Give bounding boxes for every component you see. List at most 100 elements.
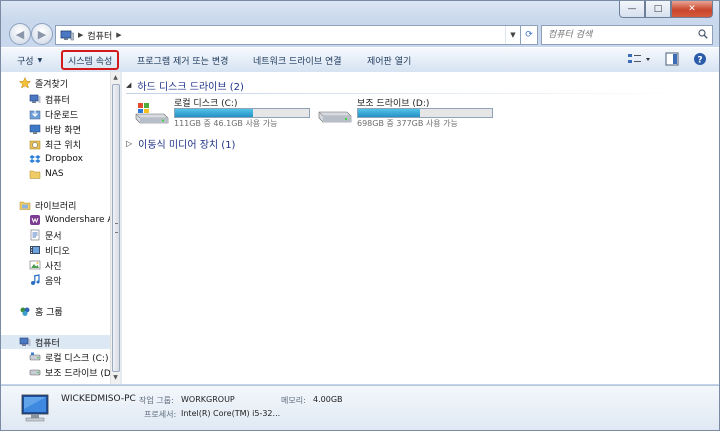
nav-library-videos[interactable]: 비디오	[29, 243, 70, 257]
pc-name: WICKEDMISO-PC	[61, 394, 136, 404]
nav-favorites[interactable]: 즐겨찾기	[19, 76, 68, 90]
command-bar: 구성 ▼ 시스템 속성 프로그램 제거 또는 변경 네트워크 드라이브 연결 제…	[1, 47, 719, 73]
pictures-icon	[29, 260, 41, 270]
navigation-bar: ◀ ▶ ▶ 컴퓨터 ▶ ▼ ⟳	[1, 21, 719, 47]
processor-value: Intel(R) Core(TM) i5-32...	[181, 409, 281, 418]
nav-computer[interactable]: 컴퓨터	[1, 335, 110, 349]
computer-icon	[21, 394, 49, 422]
map-network-drive-button[interactable]: 네트워크 드라이브 연결	[253, 52, 342, 68]
drive-size: 698GB 중 377GB 사용 가능	[357, 119, 458, 128]
nav-favorite-downloads[interactable]: 다운로드	[29, 107, 78, 121]
preview-pane-icon[interactable]	[665, 52, 679, 66]
scroll-down-icon[interactable]: ▼	[112, 374, 119, 382]
back-arrow-icon: ◀	[15, 27, 25, 41]
library-icon	[19, 201, 31, 210]
drive-usage-fill	[175, 109, 253, 117]
close-button[interactable]: ✕	[671, 1, 713, 18]
music-icon	[31, 274, 40, 285]
videos-icon	[30, 246, 40, 254]
drive-c-tile[interactable]: 로컬 디스크 (C:) 111GB 중 46.1GB 사용 가능	[134, 96, 314, 136]
nav-library-music[interactable]: 음악	[29, 273, 62, 287]
view-options-icon[interactable]	[627, 52, 653, 66]
search-icon[interactable]	[698, 29, 708, 39]
downloads-folder-icon	[29, 110, 41, 120]
nav-library-wondershare[interactable]: Wondershare All	[29, 213, 110, 227]
dropbox-icon	[29, 155, 41, 163]
nav-item-label: 비디오	[45, 246, 70, 257]
hard-drive-icon	[318, 111, 352, 123]
nav-favorites-label: 즐겨찾기	[35, 79, 69, 90]
system-properties-button[interactable]: 시스템 속성	[61, 50, 120, 70]
nav-drive-d[interactable]: 보조 드라이브 (D	[29, 365, 110, 379]
scroll-thumb[interactable]	[112, 84, 120, 372]
forward-button[interactable]: ▶	[31, 23, 53, 45]
breadcrumb-arrow-icon[interactable]: ▶	[116, 31, 121, 39]
nav-library-documents[interactable]: 문서	[29, 228, 62, 242]
nav-favorite-nas[interactable]: NAS	[29, 167, 64, 181]
wondershare-icon	[30, 215, 40, 225]
processor-label: 프로세서:	[144, 410, 177, 419]
workgroup-value: WORKGROUP	[181, 395, 235, 404]
recent-places-icon	[29, 140, 41, 150]
computer-icon	[19, 337, 31, 346]
scroll-up-icon[interactable]: ▲	[112, 74, 119, 82]
content-pane: ◢ 하드 디스크 드라이브 (2) 로컬 디스크 (C:) 111GB 중 46…	[122, 72, 719, 384]
hard-drive-icon	[29, 352, 41, 361]
details-pane: WICKEDMISO-PC 작업 그룹: WORKGROUP 메모리: 4.00…	[1, 385, 719, 430]
nav-item-label: 보조 드라이브 (D	[45, 368, 110, 379]
address-dropdown-icon[interactable]: ▼	[505, 26, 520, 44]
memory-label: 메모리:	[281, 396, 306, 405]
explorer-window: — □ ✕ ◀ ▶ ▶ 컴퓨터 ▶ ▼ ⟳ 구성	[0, 0, 720, 431]
nav-homegroup[interactable]: 홈 그룹	[19, 304, 63, 318]
minimize-button[interactable]: —	[619, 1, 645, 18]
nav-item-label: 사진	[45, 261, 62, 272]
nav-item-label: 로컬 디스크 (C:)	[45, 353, 109, 364]
homegroup-icon	[20, 307, 30, 316]
nav-item-label: 다운로드	[45, 110, 79, 121]
nav-favorite-recent-places[interactable]: 최근 위치	[29, 137, 81, 151]
back-button[interactable]: ◀	[9, 23, 31, 45]
group-title: 이동식 미디어 장치 (1)	[138, 139, 236, 151]
group-removable-media[interactable]: ▷ 이동식 미디어 장치 (1)	[126, 136, 236, 151]
memory-value: 4.00GB	[313, 395, 343, 404]
nav-favorite-computer[interactable]: 컴퓨터	[29, 92, 70, 106]
maximize-button[interactable]: □	[645, 1, 671, 18]
drive-usage-fill	[358, 109, 420, 117]
refresh-icon: ⟳	[525, 30, 533, 40]
open-control-panel-button[interactable]: 제어판 열기	[367, 52, 411, 68]
collapse-icon[interactable]: ◢	[126, 81, 131, 89]
nav-item-label: 바탕 화면	[45, 125, 81, 136]
search-box[interactable]	[541, 25, 713, 45]
nav-item-label: 최근 위치	[45, 140, 81, 151]
folder-icon	[29, 170, 41, 179]
breadcrumb-arrow-icon[interactable]: ▶	[78, 31, 83, 39]
expand-icon[interactable]: ▷	[126, 139, 132, 148]
nav-scrollbar[interactable]: ▲ ▼	[110, 72, 120, 384]
svg-text:?: ?	[697, 56, 702, 66]
nav-homegroup-label: 홈 그룹	[35, 307, 63, 318]
system-properties-label: 시스템 속성	[68, 56, 113, 67]
help-icon[interactable]: ?	[693, 52, 707, 66]
map-network-drive-label: 네트워크 드라이브 연결	[253, 56, 342, 67]
nav-item-label: 문서	[45, 231, 62, 242]
scroll-grip-icon	[115, 223, 118, 233]
uninstall-program-button[interactable]: 프로그램 제거 또는 변경	[137, 52, 228, 68]
drive-d-tile[interactable]: 보조 드라이브 (D:) 698GB 중 377GB 사용 가능	[317, 96, 497, 136]
computer-icon	[60, 30, 74, 40]
refresh-button[interactable]: ⟳	[521, 25, 538, 45]
search-input[interactable]	[546, 29, 698, 41]
breadcrumb-computer[interactable]: 컴퓨터	[87, 29, 112, 42]
caption-buttons: — □ ✕	[619, 1, 713, 19]
group-hard-disk-drives[interactable]: ◢ 하드 디스크 드라이브 (2)	[126, 78, 686, 94]
nav-drive-c[interactable]: 로컬 디스크 (C:)	[29, 350, 108, 364]
address-bar[interactable]: ▶ 컴퓨터 ▶ ▼	[55, 25, 521, 45]
nav-favorite-desktop[interactable]: 바탕 화면	[29, 122, 81, 136]
nav-item-label: NAS	[45, 169, 64, 179]
nav-computer-label: 컴퓨터	[35, 338, 60, 349]
group-title: 하드 디스크 드라이브 (2)	[137, 81, 244, 93]
organize-button[interactable]: 구성 ▼	[17, 52, 42, 68]
nav-libraries[interactable]: 라이브러리	[19, 198, 76, 212]
nav-library-pictures[interactable]: 사진	[29, 258, 62, 272]
star-icon	[19, 77, 31, 89]
nav-favorite-dropbox[interactable]: Dropbox	[29, 152, 83, 166]
